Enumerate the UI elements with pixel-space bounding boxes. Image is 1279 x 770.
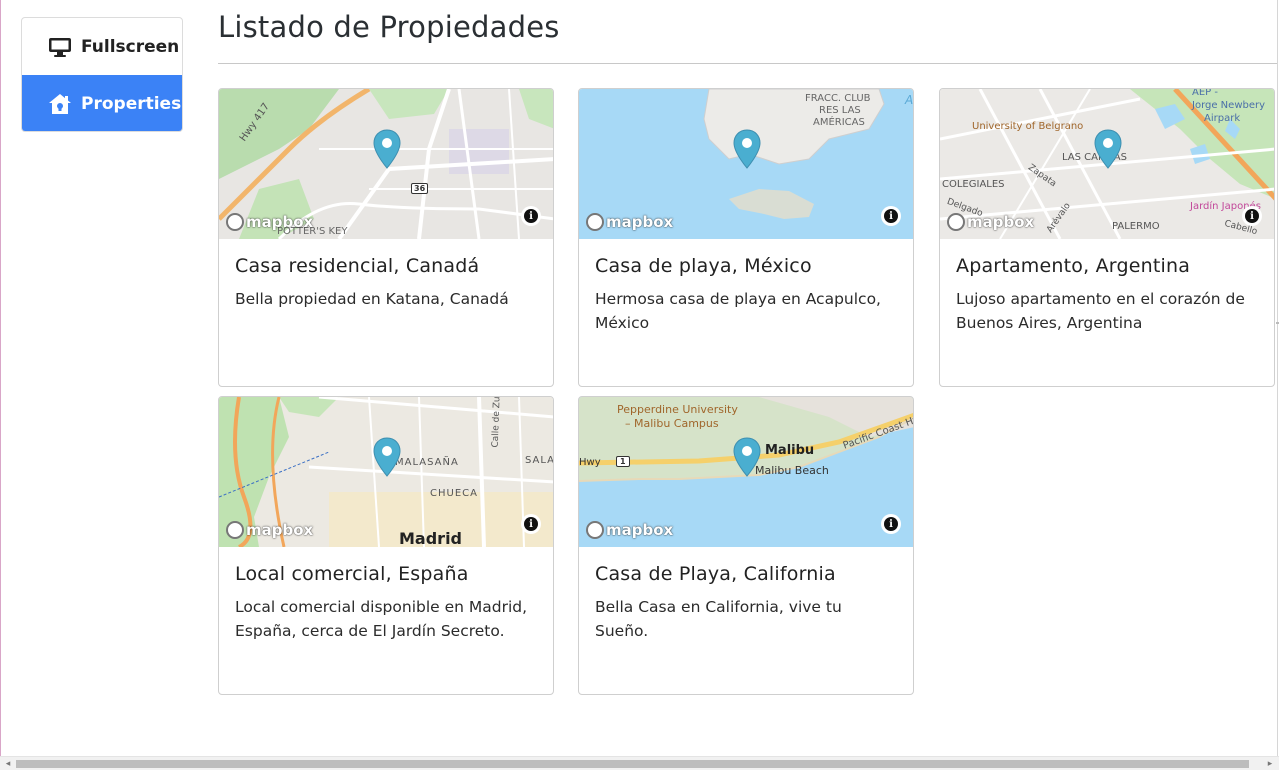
location-pin-icon <box>1094 129 1122 169</box>
mapbox-logo[interactable]: mapbox <box>226 212 313 232</box>
map-label: CHUECA <box>430 488 478 499</box>
mapbox-logo[interactable]: mapbox <box>226 520 313 540</box>
map-label: AMÉRICAS <box>813 117 865 128</box>
map-label: FRACC. CLUB <box>805 93 871 104</box>
page-title: Listado de Propiedades <box>218 10 560 44</box>
sidebar: Fullscreen Properties <box>21 17 183 132</box>
mapbox-logo-icon <box>586 521 604 539</box>
property-description: Lujoso apartamento en el corazón de Buen… <box>956 290 1245 332</box>
map-label: Airpark <box>1204 113 1241 124</box>
monitor-icon <box>48 36 72 58</box>
info-icon: i <box>884 517 898 531</box>
horizontal-scrollbar[interactable]: ◂ ▸ <box>0 756 1279 770</box>
map-label: Pepperdine University <box>617 403 738 416</box>
map-attribution-button[interactable]: i <box>521 206 541 226</box>
location-pin-icon <box>733 437 761 477</box>
map-attribution-button[interactable]: i <box>521 514 541 534</box>
sidebar-item-label: Fullscreen <box>81 36 180 57</box>
mapbox-logo[interactable]: mapbox <box>586 212 673 232</box>
map-attribution-button[interactable]: i <box>881 206 901 226</box>
map-label: PALERMO <box>1112 221 1160 232</box>
mapbox-logo[interactable]: mapbox <box>586 520 673 540</box>
mapbox-logo[interactable]: mapbox <box>947 212 1034 232</box>
property-card[interactable]: MALASAÑA CHUECA SALA Madrid Calle de Zu … <box>218 396 554 695</box>
property-description: Bella Casa en California, vive tu Sueño. <box>595 598 842 640</box>
map-label: 36 <box>411 183 429 194</box>
info-icon: i <box>524 517 538 531</box>
property-title: Casa de Playa, California <box>595 563 836 585</box>
map-label: Jorge Newbery <box>1192 100 1266 111</box>
property-card[interactable]: FRACC. CLUB RES LAS AMÉRICAS A mapbox i … <box>578 88 914 387</box>
scroll-right-icon[interactable]: ▸ <box>1265 759 1275 769</box>
map-attribution-button[interactable]: i <box>1242 206 1262 226</box>
property-title: Casa residencial, Canadá <box>235 255 480 277</box>
mapbox-logo-icon <box>586 213 604 231</box>
house-icon <box>48 93 72 115</box>
property-map[interactable]: FRACC. CLUB RES LAS AMÉRICAS A mapbox i <box>579 89 913 239</box>
property-map[interactable]: MALASAÑA CHUECA SALA Madrid Calle de Zu … <box>219 397 553 547</box>
mapbox-logo-icon <box>226 521 244 539</box>
sidebar-item-fullscreen[interactable]: Fullscreen <box>22 18 182 75</box>
map-label: University of Belgrano <box>972 121 1084 132</box>
info-icon: i <box>884 209 898 223</box>
map-label: MALASAÑA <box>395 457 459 468</box>
map-label: Hwy <box>579 457 601 468</box>
property-card[interactable]: Pepperdine University – Malibu Campus Ma… <box>578 396 914 695</box>
map-label: RES LAS <box>819 105 861 116</box>
property-card[interactable]: Hwy 417 36 POTTER'S KEY mapbox i Casa re… <box>218 88 554 387</box>
sidebar-item-properties[interactable]: Properties <box>22 75 182 131</box>
property-title: Local comercial, España <box>235 563 469 585</box>
scroll-left-icon[interactable]: ◂ <box>3 759 13 769</box>
location-pin-icon <box>373 129 401 169</box>
property-description: Hermosa casa de playa en Acapulco, Méxic… <box>595 290 881 332</box>
property-title: Apartamento, Argentina <box>956 255 1191 277</box>
sidebar-item-label: Properties <box>81 93 182 114</box>
map-label: Calle de Zu <box>490 397 503 448</box>
mapbox-logo-icon <box>947 213 965 231</box>
property-map[interactable]: Hwy 417 36 POTTER'S KEY mapbox i <box>219 89 553 239</box>
map-label: Madrid <box>399 529 462 547</box>
info-icon: i <box>524 209 538 223</box>
scrollbar-thumb[interactable] <box>16 760 1249 768</box>
title-divider <box>218 63 1277 64</box>
viewport-right-border <box>1277 0 1278 756</box>
map-label: 1 <box>616 456 630 467</box>
map-label: – Malibu Campus <box>625 417 719 430</box>
location-pin-icon <box>733 129 761 169</box>
map-label: COLEGIALES <box>942 179 1005 190</box>
map-attribution-button[interactable]: i <box>881 514 901 534</box>
mapbox-logo-icon <box>226 213 244 231</box>
map-label: Malibu <box>765 443 815 458</box>
location-pin-icon <box>373 437 401 477</box>
property-map[interactable]: AEP - Jorge Newbery Airpark University o… <box>940 89 1274 239</box>
property-title: Casa de playa, México <box>595 255 812 277</box>
viewport-left-border <box>0 0 1 756</box>
info-icon: i <box>1245 209 1259 223</box>
map-label: Malibu Beach <box>755 464 829 477</box>
map-label: SALA <box>525 455 553 466</box>
property-card[interactable]: AEP - Jorge Newbery Airpark University o… <box>939 88 1275 387</box>
map-label: A <box>905 93 913 107</box>
property-map[interactable]: Pepperdine University – Malibu Campus Ma… <box>579 397 913 547</box>
map-label: AEP - <box>1192 89 1218 98</box>
property-description: Bella propiedad en Katana, Canadá <box>235 290 509 308</box>
property-description: Local comercial disponible en Madrid, Es… <box>235 598 528 640</box>
